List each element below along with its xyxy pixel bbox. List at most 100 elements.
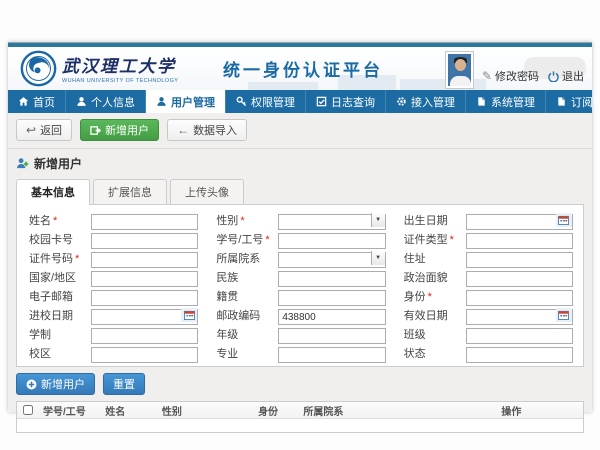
field-label: 邮政编码 xyxy=(216,307,278,323)
home-icon xyxy=(18,96,29,107)
user-icon xyxy=(76,96,87,107)
nav-item-6[interactable]: 系统管理 xyxy=(466,90,546,113)
section-title-label: 新增用户 xyxy=(34,155,82,172)
field-input[interactable] xyxy=(278,347,385,363)
toolbar: ↩ 返回 新增用户 ← 数据导入 xyxy=(8,113,592,148)
field-input[interactable] xyxy=(466,233,573,249)
user-area: ✎ 修改密码 退出 xyxy=(446,47,584,90)
nav-item-label: 日志查询 xyxy=(331,94,375,110)
user-icon xyxy=(156,96,167,107)
field-input[interactable] xyxy=(466,252,573,268)
field-input[interactable] xyxy=(466,271,573,287)
field-label: 校区 xyxy=(29,345,91,361)
add-user-icon xyxy=(90,125,101,136)
log-icon xyxy=(316,96,327,107)
reset-button[interactable]: 重置 xyxy=(103,373,145,395)
submit-add-user-label: 新增用户 xyxy=(41,376,85,392)
tab-label: 基本信息 xyxy=(31,187,75,199)
field-input-wrap xyxy=(466,231,573,247)
platform-title: 统一身份认证平台 xyxy=(223,56,383,81)
chevron-down-icon[interactable]: ▼ xyxy=(371,213,385,227)
required-asterisk: * xyxy=(265,234,269,246)
power-icon xyxy=(548,71,559,82)
field-input[interactable] xyxy=(278,252,385,268)
field-input-wrap xyxy=(91,231,198,247)
field-input-wrap xyxy=(278,288,385,304)
form-field: 学号/工号* xyxy=(206,229,393,248)
data-import-button[interactable]: ← 数据导入 xyxy=(167,119,247,141)
field-label: 进校日期 xyxy=(29,307,91,323)
back-arrow-icon: ↩ xyxy=(26,123,36,137)
field-input-wrap xyxy=(91,212,198,228)
nav-item-1[interactable]: 个人信息 xyxy=(66,90,146,113)
nav-item-3[interactable]: 权限管理 xyxy=(226,90,306,113)
field-input[interactable] xyxy=(91,214,198,230)
submit-add-user-button[interactable]: 新增用户 xyxy=(16,373,95,395)
nav-item-4[interactable]: 日志查询 xyxy=(306,90,386,113)
form-field: 证件号码* xyxy=(19,248,206,267)
nav-item-7[interactable]: 订阅管理 xyxy=(546,90,600,113)
calendar-icon[interactable] xyxy=(181,308,197,322)
nav-item-2[interactable]: 用户管理 xyxy=(146,90,226,113)
field-input[interactable] xyxy=(466,347,573,363)
field-input-wrap: ▼ xyxy=(278,212,385,228)
calendar-icon[interactable] xyxy=(556,308,572,322)
pencil-icon: ✎ xyxy=(482,69,492,83)
field-input-wrap xyxy=(278,269,385,285)
field-label: 电子邮箱 xyxy=(29,288,91,304)
field-input[interactable] xyxy=(278,214,385,230)
field-input[interactable] xyxy=(278,309,385,325)
field-label: 民族 xyxy=(216,269,278,285)
field-input[interactable] xyxy=(466,290,573,306)
field-label: 班级 xyxy=(404,326,466,342)
nav-item-label: 订阅管理 xyxy=(571,94,600,110)
field-label: 国家/地区 xyxy=(29,269,91,285)
table-column-header: 性别 xyxy=(158,403,254,418)
field-input-wrap xyxy=(278,326,385,342)
field-input[interactable] xyxy=(91,328,198,344)
form-actions: 新增用户 重置 xyxy=(8,367,592,401)
add-user-toolbar-label: 新增用户 xyxy=(105,122,149,138)
table-column-header: 姓名 xyxy=(101,403,158,418)
content-area: ↩ 返回 新增用户 ← 数据导入 新增用户 xyxy=(8,113,592,412)
field-input[interactable] xyxy=(278,328,385,344)
required-asterisk: * xyxy=(53,215,57,227)
field-input-wrap xyxy=(91,250,198,266)
field-input[interactable] xyxy=(278,290,385,306)
form-field: 专业 xyxy=(206,343,393,362)
back-button[interactable]: ↩ 返回 xyxy=(16,119,72,141)
nav-item-label: 系统管理 xyxy=(491,94,535,110)
calendar-icon[interactable] xyxy=(556,213,572,227)
form-row: 国家/地区民族政治面貌 xyxy=(19,267,581,286)
tab-2[interactable]: 上传头像 xyxy=(170,179,244,204)
field-label: 有效日期 xyxy=(404,307,466,323)
field-label: 校园卡号 xyxy=(29,231,91,247)
field-input-wrap xyxy=(278,345,385,361)
nav-item-0[interactable]: 首页 xyxy=(8,90,66,113)
form-field: 班级 xyxy=(394,324,581,343)
change-password-link[interactable]: ✎ 修改密码 xyxy=(482,68,539,84)
field-input-wrap xyxy=(278,231,385,247)
field-input[interactable] xyxy=(91,271,198,287)
nav-item-5[interactable]: 接入管理 xyxy=(386,90,466,113)
add-user-toolbar-button[interactable]: 新增用户 xyxy=(80,119,159,141)
change-password-label: 修改密码 xyxy=(495,68,539,84)
tab-0[interactable]: 基本信息 xyxy=(16,179,90,205)
field-input[interactable] xyxy=(278,271,385,287)
field-input[interactable] xyxy=(91,252,198,268)
tab-1[interactable]: 扩展信息 xyxy=(93,179,167,204)
field-input[interactable] xyxy=(278,233,385,249)
field-label: 状态 xyxy=(404,345,466,361)
select-all-checkbox[interactable] xyxy=(23,405,33,415)
field-input-wrap xyxy=(466,307,573,323)
field-input[interactable] xyxy=(91,233,198,249)
user-table: 学号/工号姓名性别身份所属院系操作 xyxy=(16,401,584,433)
field-label: 证件号码* xyxy=(29,250,91,266)
field-input[interactable] xyxy=(466,328,573,344)
field-input[interactable] xyxy=(91,290,198,306)
chevron-down-icon[interactable]: ▼ xyxy=(371,251,385,265)
logout-link[interactable]: 退出 xyxy=(548,68,584,84)
field-input[interactable] xyxy=(91,347,198,363)
field-input-wrap xyxy=(466,345,573,361)
form-field: 学制 xyxy=(19,324,206,343)
